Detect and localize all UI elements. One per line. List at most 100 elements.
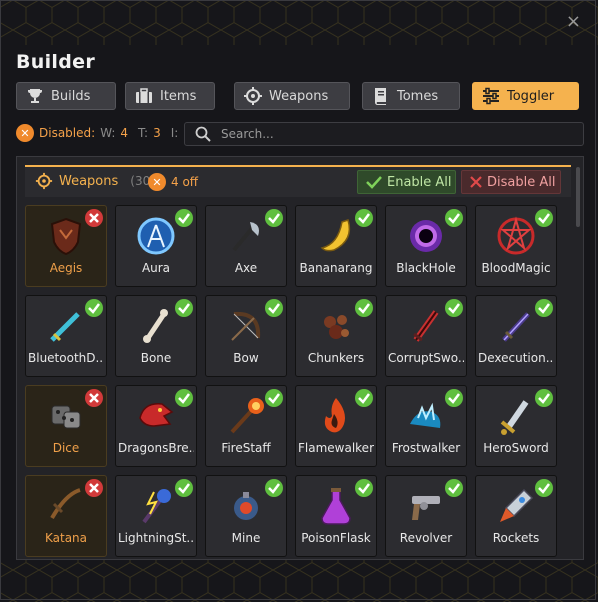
enabled-check-icon[interactable] <box>354 478 374 498</box>
enabled-check-icon[interactable] <box>174 208 194 228</box>
tab-tomes[interactable]: Tomes <box>362 82 460 110</box>
crosshair-icon <box>35 172 53 190</box>
enabled-check-icon[interactable] <box>444 388 464 408</box>
enabled-check-icon[interactable] <box>264 298 284 318</box>
enabled-check-icon[interactable] <box>354 298 374 318</box>
enable-all-label: Enable All <box>387 174 452 190</box>
enabled-check-icon[interactable] <box>444 298 464 318</box>
enabled-check-icon[interactable] <box>174 478 194 498</box>
weapon-card[interactable]: FireStaff <box>205 385 287 467</box>
weapon-name: Katana <box>44 531 88 545</box>
weapon-name: Chunkers <box>307 351 365 365</box>
disabled-x-icon[interactable] <box>84 478 104 498</box>
enabled-check-icon[interactable] <box>534 478 554 498</box>
weapon-name: HeroSword <box>483 441 549 455</box>
weapon-card[interactable]: Bow <box>205 295 287 377</box>
items-key: I: <box>170 126 179 140</box>
axe-icon <box>232 222 259 252</box>
weapon-card[interactable]: Revolver <box>385 475 467 557</box>
weapon-name: CorruptSwo... <box>388 351 464 365</box>
disabled-x-icon[interactable] <box>84 388 104 408</box>
enabled-check-icon[interactable] <box>174 388 194 408</box>
weapon-card[interactable]: Bananarang <box>295 205 377 287</box>
enabled-check-icon[interactable] <box>534 208 554 228</box>
enabled-check-icon[interactable] <box>84 298 104 318</box>
weapon-card[interactable]: Aegis <box>25 205 107 287</box>
weapon-card[interactable]: Flamewalker <box>295 385 377 467</box>
close-button[interactable]: × <box>566 13 581 31</box>
weapon-card[interactable]: Chunkers <box>295 295 377 377</box>
tab-weapons[interactable]: Weapons <box>234 82 350 110</box>
fire-staff-icon <box>230 398 264 434</box>
tab-label: Builds <box>51 88 91 104</box>
weapon-card[interactable]: Katana <box>25 475 107 557</box>
search-box[interactable] <box>184 122 584 146</box>
weapon-name: LightningSt... <box>118 531 194 545</box>
weapons-key: W: <box>100 126 116 140</box>
weapon-card[interactable]: Axe <box>205 205 287 287</box>
enabled-check-icon[interactable] <box>264 388 284 408</box>
enabled-check-icon[interactable] <box>534 298 554 318</box>
weapon-card[interactable]: Dexecution... <box>475 295 557 377</box>
enabled-check-icon[interactable] <box>444 478 464 498</box>
tab-label: Tomes <box>397 88 439 104</box>
weapon-name: Frostwalker <box>391 441 461 455</box>
weapon-name: BlackHole <box>396 261 456 275</box>
weapon-card[interactable]: BluetoothD... <box>25 295 107 377</box>
tomes-key: T: <box>138 126 149 140</box>
enable-all-button[interactable]: Enable All <box>357 170 456 194</box>
status-row: ✕ Disabled: W:4 T:3 I:19 <box>16 122 584 146</box>
weapon-name: Axe <box>234 261 258 275</box>
enabled-check-icon[interactable] <box>444 208 464 228</box>
disabled-x-icon[interactable] <box>84 208 104 228</box>
enabled-check-icon[interactable] <box>264 208 284 228</box>
weapon-card[interactable]: Frostwalker <box>385 385 467 467</box>
crosshair-icon <box>244 87 262 105</box>
enabled-check-icon[interactable] <box>174 298 194 318</box>
builder-window: × Builder Builds Items Weapons Tomes Tog… <box>0 0 596 600</box>
weapon-card[interactable]: HeroSword <box>475 385 557 467</box>
weapon-name: Bow <box>233 351 259 365</box>
weapon-card[interactable]: Rockets <box>475 475 557 557</box>
weapon-name: Bananarang <box>299 261 373 275</box>
dark-sword-icon <box>502 312 530 342</box>
search-icon <box>195 126 211 142</box>
off-count: 4 off <box>171 175 199 189</box>
weapon-card[interactable]: Mine <box>205 475 287 557</box>
search-input[interactable] <box>219 126 563 142</box>
weapon-card[interactable]: LightningSt... <box>115 475 197 557</box>
weapon-name: BluetoothD... <box>28 351 104 365</box>
weapon-name: Dice <box>52 441 80 455</box>
weapon-card[interactable]: Aura <box>115 205 197 287</box>
weapon-name: Mine <box>231 531 261 545</box>
disable-all-label: Disable All <box>487 174 556 190</box>
rock-chunks-icon <box>324 315 349 339</box>
enabled-check-icon[interactable] <box>354 208 374 228</box>
weapon-card[interactable]: PoisonFlask <box>295 475 377 557</box>
dagger-icon <box>50 312 80 342</box>
katana-icon <box>50 488 81 520</box>
tab-builds[interactable]: Builds <box>16 82 116 110</box>
bone-icon <box>143 309 168 343</box>
enabled-check-icon[interactable] <box>354 388 374 408</box>
weapon-name: BloodMagic <box>481 261 551 275</box>
weapon-card[interactable]: Dice <box>25 385 107 467</box>
sliders-icon <box>483 87 499 105</box>
weapon-card[interactable]: BlackHole <box>385 205 467 287</box>
enabled-check-icon[interactable] <box>264 478 284 498</box>
weapon-card[interactable]: Bone <box>115 295 197 377</box>
close-icon <box>470 176 482 188</box>
enabled-check-icon[interactable] <box>534 388 554 408</box>
weapon-card[interactable]: DragonsBre... <box>115 385 197 467</box>
rocket-icon <box>500 488 534 522</box>
weapon-name: DragonsBre... <box>118 441 194 455</box>
category-title: Weapons (30) <box>35 172 155 190</box>
weapon-card[interactable]: CorruptSwo... <box>385 295 467 377</box>
scrollbar[interactable] <box>576 167 580 227</box>
tab-label: Items <box>160 88 197 104</box>
disable-all-button[interactable]: Disable All <box>461 170 561 194</box>
weapon-card[interactable]: BloodMagic <box>475 205 557 287</box>
page-title: Builder <box>16 51 95 73</box>
tab-toggler[interactable]: Toggler <box>472 82 579 110</box>
tab-items[interactable]: Items <box>125 82 215 110</box>
